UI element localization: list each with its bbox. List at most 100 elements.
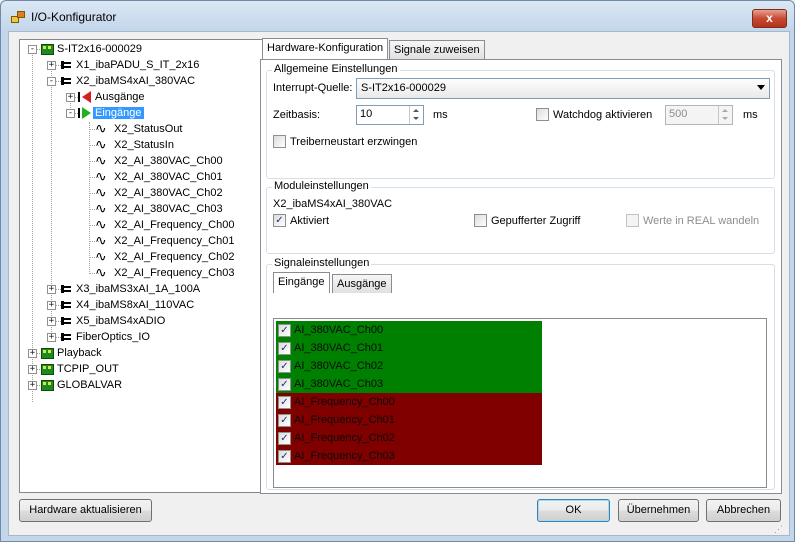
ok-button[interactable]: OK	[537, 499, 610, 522]
signal-label: AI_Frequency_Ch01	[294, 414, 395, 426]
tree-item[interactable]: + FiberOptics_IO	[20, 330, 260, 346]
signal-checkbox[interactable]: ✓	[278, 396, 291, 409]
expand-icon[interactable]: +	[28, 381, 37, 390]
expand-icon[interactable]: +	[47, 285, 56, 294]
tree-item[interactable]: + GLOBALVAR	[20, 378, 260, 394]
output-icon	[78, 91, 92, 103]
tree-item[interactable]: + Playback	[20, 346, 260, 362]
spin-buttons[interactable]	[718, 106, 732, 124]
cancel-button[interactable]: Abbrechen	[706, 499, 781, 522]
module-name: X2_ibaMS4xAI_380VAC	[273, 198, 393, 210]
tree-item[interactable]: ∿ X2_AI_Frequency_Ch02	[20, 248, 260, 266]
module-settings-group: Moduleinstellungen X2_ibaMS4xAI_380VAC ✓…	[266, 180, 775, 254]
tree-item[interactable]: ∿ X2_StatusOut	[20, 121, 260, 138]
tab-inputs[interactable]: Eingänge	[273, 272, 330, 293]
signal-label: AI_380VAC_Ch02	[294, 360, 384, 372]
signal-row[interactable]: ✓ AI_380VAC_Ch02	[276, 357, 542, 375]
signal-checkbox[interactable]: ✓	[278, 414, 291, 427]
signal-row[interactable]: ✓ AI_380VAC_Ch01	[276, 339, 542, 357]
signal-checkbox[interactable]: ✓	[278, 450, 291, 463]
watchdog-stepper[interactable]: 500	[665, 105, 733, 125]
tree-item[interactable]: - S-IT2x16-000029	[20, 42, 260, 58]
signal-checkbox[interactable]: ✓	[278, 360, 291, 373]
signal-icon: ∿	[95, 168, 107, 184]
signal-checkbox[interactable]: ✓	[278, 432, 291, 445]
signal-row[interactable]: ✓ AI_380VAC_Ch00	[276, 321, 542, 339]
chevron-down-icon	[757, 85, 765, 90]
tab-outputs[interactable]: Ausgänge	[332, 274, 392, 293]
interrupt-source-select[interactable]: S-IT2x16-000029	[356, 78, 770, 99]
app-icon	[11, 11, 25, 23]
tree-item[interactable]: ∿ X2_AI_Frequency_Ch03	[20, 265, 260, 282]
group-title: Signaleinstellungen	[272, 257, 372, 269]
arrow-up-icon	[722, 109, 728, 112]
watchdog-unit: ms	[743, 109, 758, 121]
signal-icon: ∿	[95, 136, 107, 152]
refresh-hardware-button[interactable]: Hardware aktualisieren	[19, 499, 152, 522]
convert-real-label: Werte in REAL wandeln	[643, 215, 760, 227]
spin-buttons[interactable]	[409, 106, 423, 124]
collapse-icon[interactable]: -	[47, 77, 56, 86]
tree-item[interactable]: + X1_ibaPADU_S_IT_2x16	[20, 58, 260, 74]
signal-row[interactable]: ✓ AI_Frequency_Ch01	[276, 411, 542, 429]
tree-item[interactable]: ∿ X2_AI_Frequency_Ch01	[20, 233, 260, 250]
title-bar[interactable]: I/O-Konfigurator x	[1, 1, 794, 31]
watchdog-checkbox[interactable]	[536, 108, 549, 121]
driver-restart-checkbox[interactable]	[273, 135, 286, 148]
tree-item[interactable]: + X3_ibaMS3xAI_1A_100A	[20, 282, 260, 298]
connector-icon	[59, 283, 73, 295]
activated-checkbox[interactable]: ✓	[273, 214, 286, 227]
expand-icon[interactable]: +	[66, 93, 75, 102]
timebase-stepper[interactable]: 10	[356, 105, 424, 125]
tree-item[interactable]: - Eingänge	[20, 106, 260, 122]
tree-item[interactable]: - X2_ibaMS4xAI_380VAC	[20, 74, 260, 90]
io-configurator-window: I/O-Konfigurator x - S-IT2x16-000029 + X1_i…	[0, 0, 795, 542]
module-tree[interactable]: - S-IT2x16-000029 + X1_ibaPADU_S_IT_2x16- X2…	[19, 39, 264, 493]
signal-icon: ∿	[95, 248, 107, 264]
close-button[interactable]: x	[752, 9, 787, 28]
tree-item[interactable]: + X5_ibaMS4xADIO	[20, 314, 260, 330]
arrow-down-icon	[722, 117, 728, 120]
interrupt-source-label: Interrupt-Quelle:	[273, 82, 353, 94]
convert-real-checkbox[interactable]	[626, 214, 639, 227]
expand-icon[interactable]: +	[47, 317, 56, 326]
signal-row[interactable]: ✓ AI_Frequency_Ch02	[276, 429, 542, 447]
collapse-icon[interactable]: -	[66, 109, 75, 118]
tree-item[interactable]: ∿ X2_AI_380VAC_Ch03	[20, 201, 260, 218]
tree-item[interactable]: ∿ X2_AI_380VAC_Ch01	[20, 168, 260, 186]
expand-icon[interactable]: +	[47, 333, 56, 342]
tree-item[interactable]: + X4_ibaMS8xAI_110VAC	[20, 298, 260, 314]
signal-row[interactable]: ✓ AI_380VAC_Ch03	[276, 375, 542, 393]
timebase-value: 10	[360, 108, 373, 120]
dialog-body: - S-IT2x16-000029 + X1_ibaPADU_S_IT_2x16- X2…	[8, 31, 790, 536]
buffered-access-label: Gepufferter Zugriff	[491, 215, 581, 227]
signal-icon: ∿	[95, 184, 107, 200]
resize-grip-icon[interactable]: ⋰	[774, 524, 783, 535]
tree-item[interactable]: ∿ X2_AI_380VAC_Ch00	[20, 153, 260, 170]
connector-icon	[59, 299, 73, 311]
tree-item-label: TCPIP_OUT	[57, 363, 119, 375]
expand-icon[interactable]: +	[47, 61, 56, 70]
expand-icon[interactable]: +	[47, 301, 56, 310]
tree-item[interactable]: + TCPIP_OUT	[20, 362, 260, 378]
tab-hardware-configuration[interactable]: Hardware-Konfiguration	[262, 38, 389, 59]
tree-item[interactable]: ∿ X2_AI_Frequency_Ch00	[20, 216, 260, 234]
tree-item-label: X5_ibaMS4xADIO	[76, 315, 166, 327]
tree-item[interactable]: ∿ X2_AI_380VAC_Ch02	[20, 184, 260, 202]
buffered-access-checkbox[interactable]	[474, 214, 487, 227]
expand-icon[interactable]: +	[28, 349, 37, 358]
signal-checkbox[interactable]: ✓	[278, 324, 291, 337]
apply-button[interactable]: Übernehmen	[618, 499, 699, 522]
tree-item[interactable]: + Ausgänge	[20, 90, 260, 106]
signal-checkbox[interactable]: ✓	[278, 342, 291, 355]
tab-assign-signals[interactable]: Signale zuweisen	[389, 40, 485, 59]
tree-item-label: X2_AI_Frequency_Ch02	[114, 251, 235, 263]
tree-item[interactable]: ∿ X2_StatusIn	[20, 136, 260, 154]
signal-row[interactable]: ✓ AI_Frequency_Ch00	[276, 393, 542, 411]
signal-row[interactable]: ✓ AI_Frequency_Ch03	[276, 447, 542, 465]
signal-checkbox[interactable]: ✓	[278, 378, 291, 391]
collapse-icon[interactable]: -	[28, 45, 37, 54]
expand-icon[interactable]: +	[28, 365, 37, 374]
watchdog-value: 500	[669, 108, 688, 120]
signal-icon: ∿	[95, 216, 107, 232]
